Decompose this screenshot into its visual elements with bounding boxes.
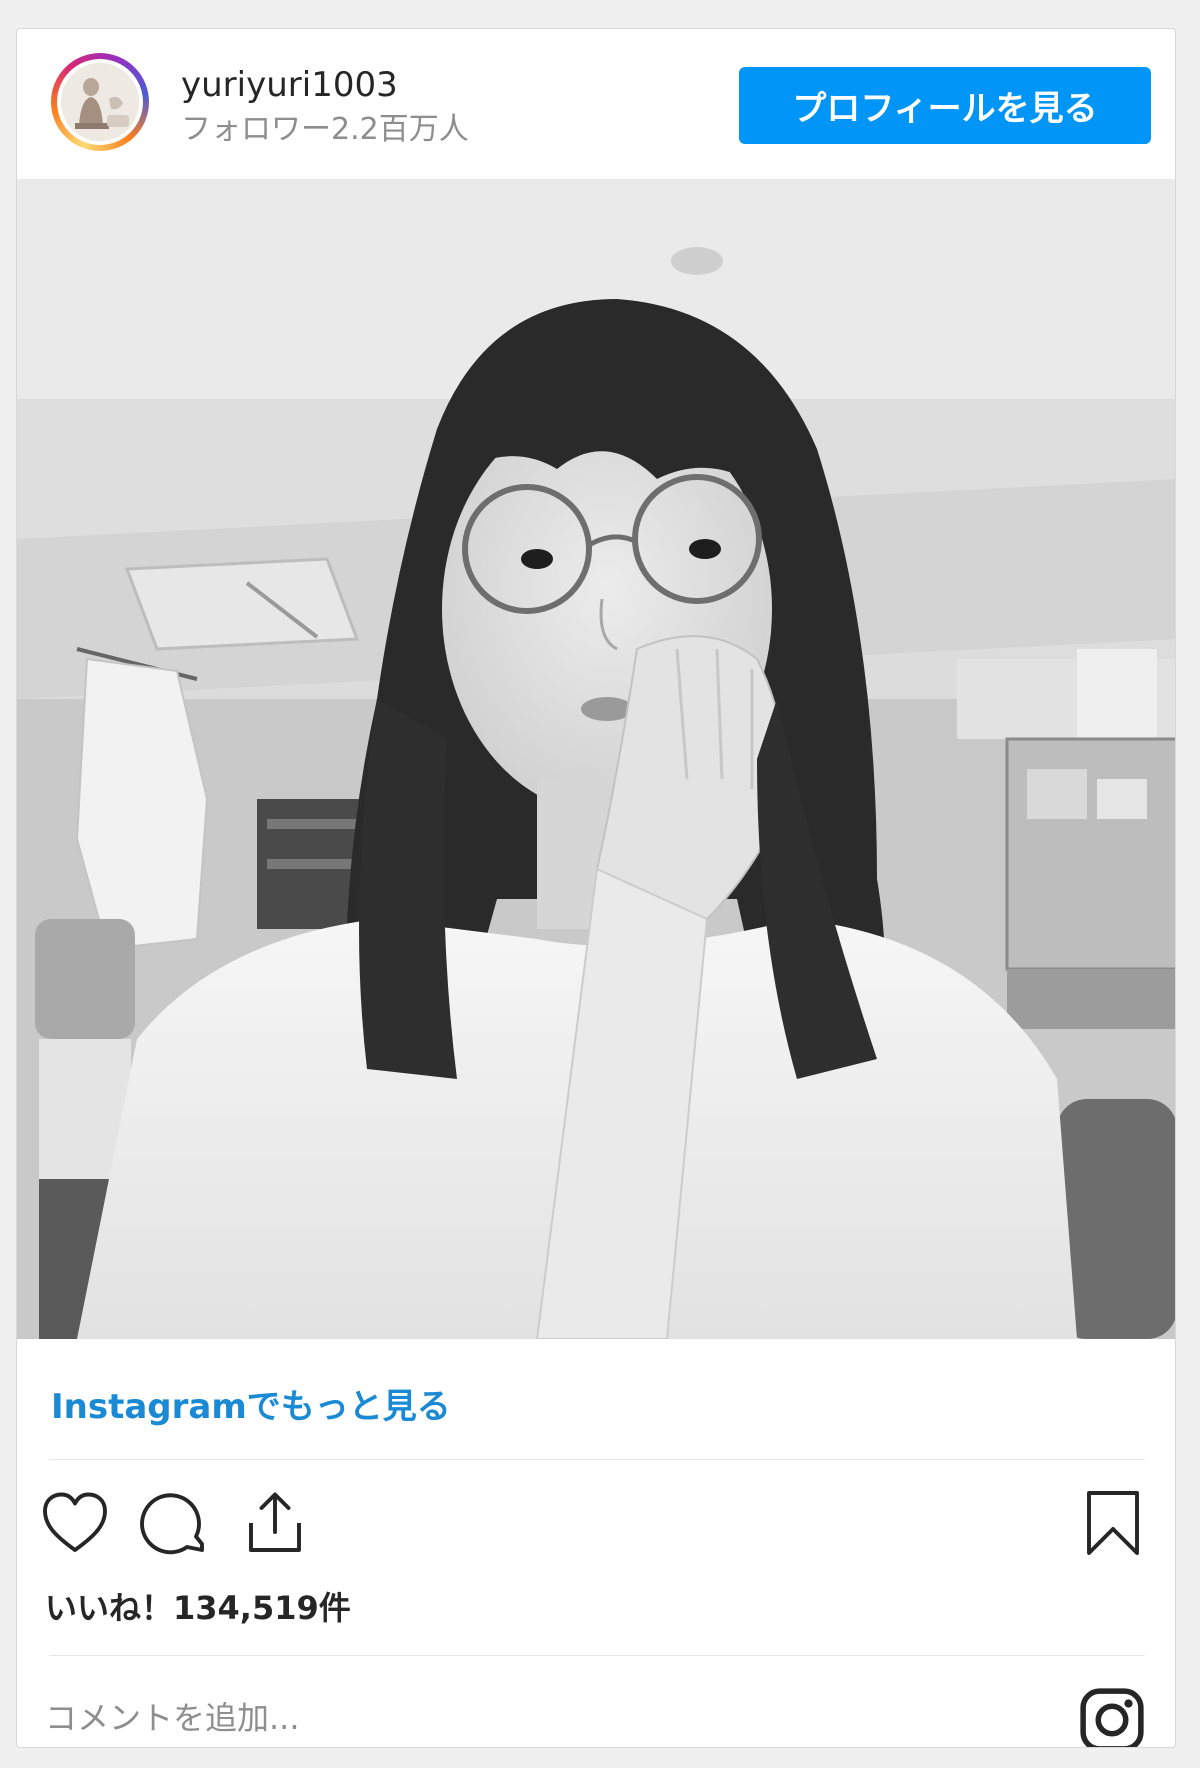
post-photo[interactable] — [17, 179, 1175, 1339]
username[interactable]: yuriyuri1003 — [181, 65, 469, 105]
add-comment-input[interactable] — [43, 1689, 947, 1747]
avatar[interactable] — [57, 59, 143, 145]
heart-icon[interactable] — [39, 1487, 111, 1559]
view-more-on-instagram-link[interactable]: Instagramでもっと見る — [51, 1379, 451, 1428]
post-photo-illustration — [17, 179, 1175, 1339]
comment-icon[interactable] — [139, 1487, 211, 1559]
follower-count: フォロワー2.2百万人 — [181, 112, 469, 147]
post-header: yuriyuri1003 フォロワー2.2百万人 プロフィールを見る — [17, 29, 1175, 180]
instagram-logo-icon[interactable] — [1079, 1687, 1145, 1748]
divider — [49, 1459, 1145, 1460]
divider — [49, 1655, 1145, 1656]
view-profile-button[interactable]: プロフィールを見る — [739, 67, 1151, 144]
avatar-image — [61, 63, 139, 141]
bookmark-icon[interactable] — [1077, 1487, 1149, 1559]
like-count[interactable]: いいね！134,519件 — [45, 1583, 351, 1629]
share-icon[interactable] — [239, 1487, 311, 1559]
post-actions — [17, 1487, 1175, 1567]
instagram-embed-card: yuriyuri1003 フォロワー2.2百万人 プロフィールを見る Insta… — [16, 28, 1176, 1748]
avatar-story-ring[interactable] — [51, 53, 149, 151]
user-info: yuriyuri1003 フォロワー2.2百万人 — [181, 65, 469, 149]
